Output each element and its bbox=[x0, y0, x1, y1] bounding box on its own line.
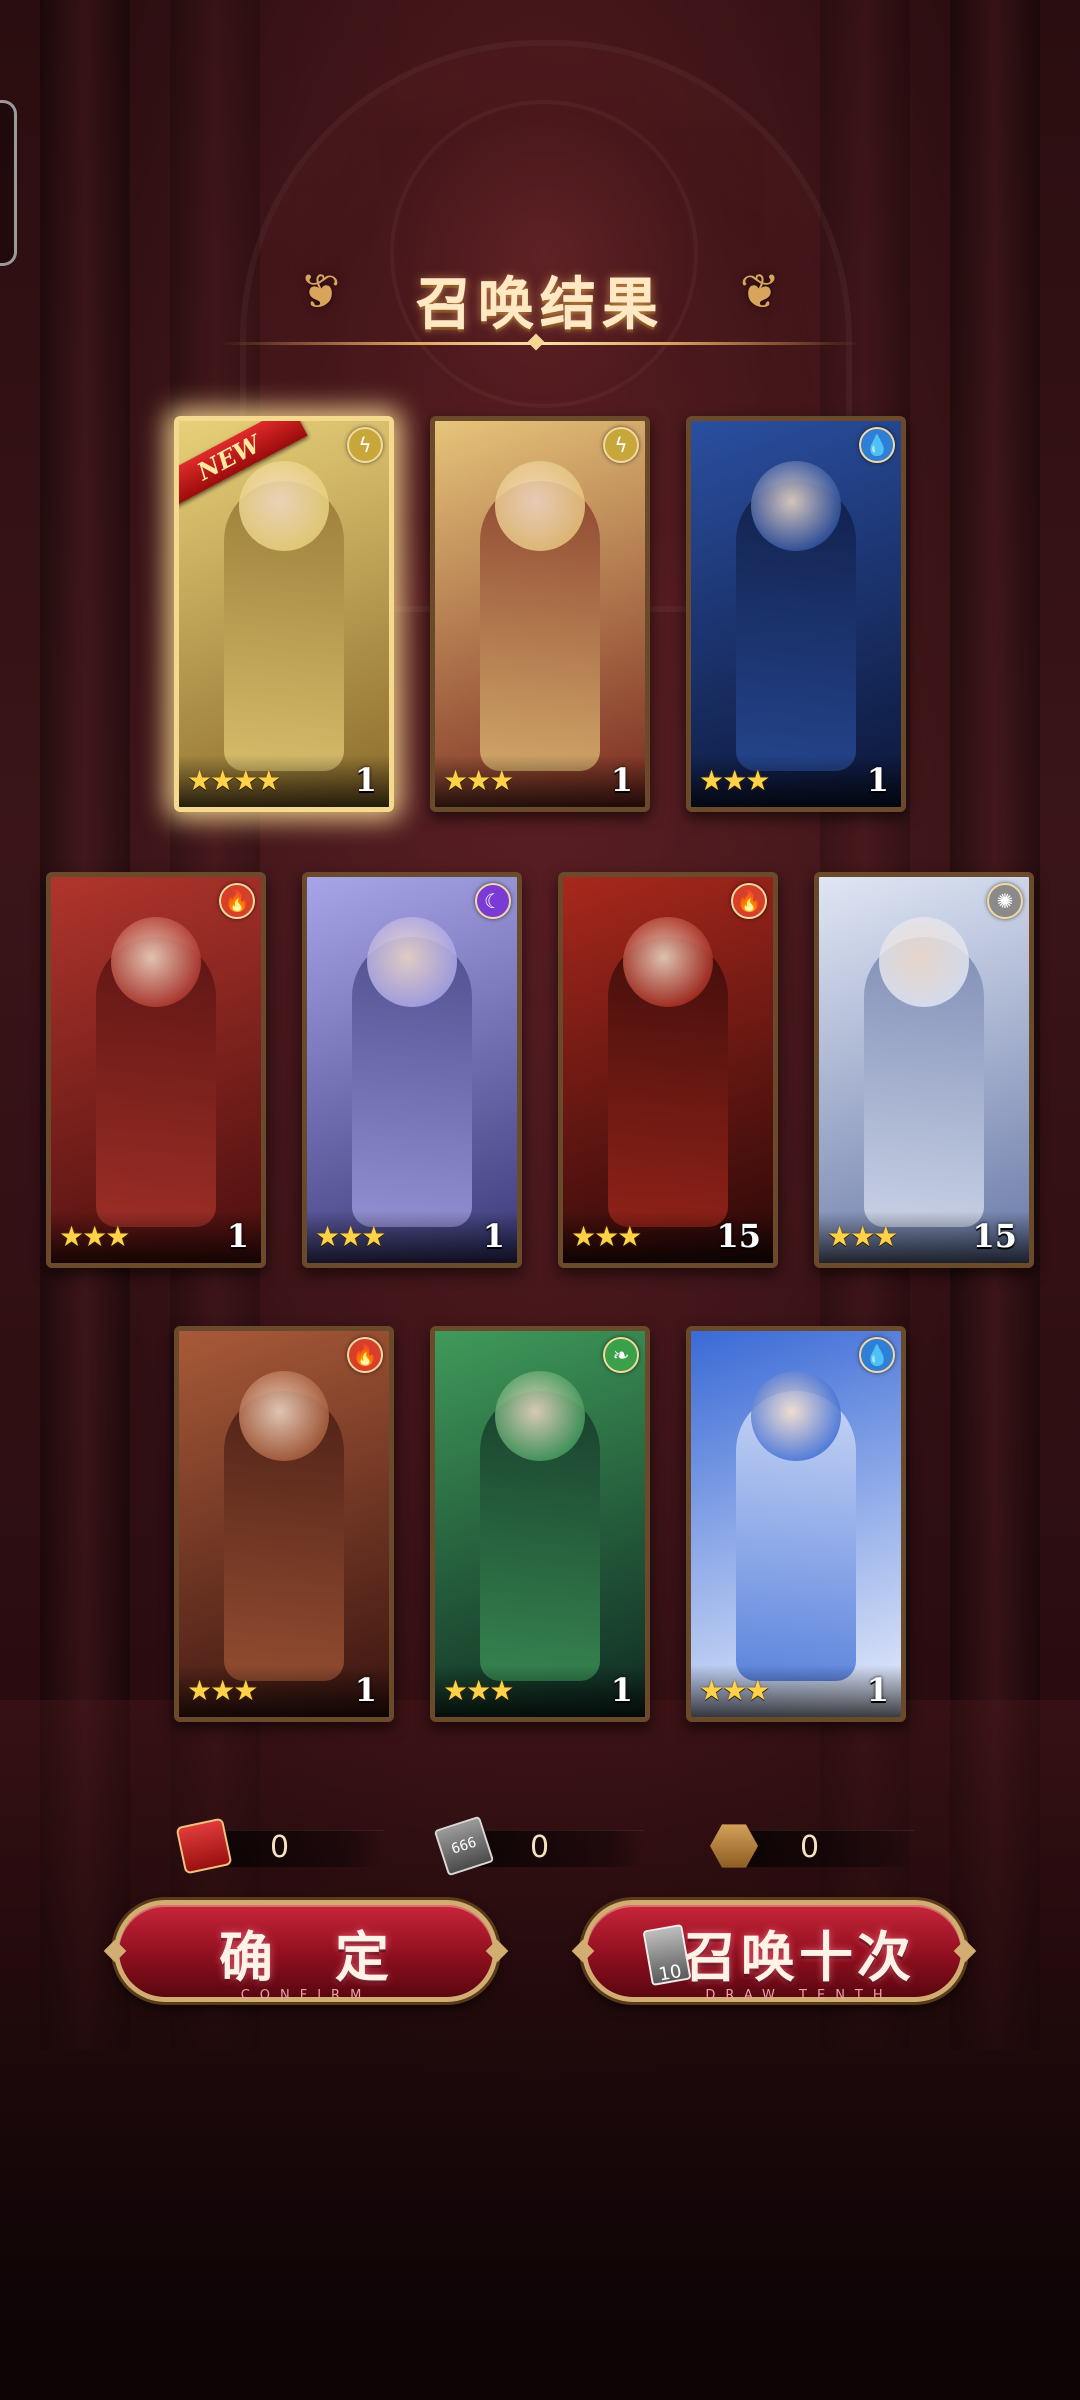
star-rating: ★★★ bbox=[827, 1220, 898, 1253]
hero-count: 1 bbox=[354, 1671, 377, 1709]
hero-head bbox=[879, 917, 969, 1007]
hero-card[interactable]: ✺ ★★★ 15 bbox=[814, 872, 1034, 1268]
resource-bar bbox=[734, 1830, 914, 1867]
hero-count: 1 bbox=[866, 761, 889, 799]
hero-head bbox=[751, 461, 841, 551]
hero-card[interactable]: ☾ ★★★ 1 bbox=[302, 872, 522, 1268]
background-floor bbox=[0, 1700, 1080, 2400]
light-icon: ✺ bbox=[987, 883, 1023, 919]
ornament-left-icon: ❦ bbox=[300, 264, 341, 320]
fire-icon: 🔥 bbox=[219, 883, 255, 919]
hero-head bbox=[495, 461, 585, 551]
moon-icon: ☾ bbox=[475, 883, 511, 919]
hero-count: 1 bbox=[226, 1217, 249, 1255]
confirm-button-label: 确 定 bbox=[219, 1925, 393, 1989]
resource-ticket: 666 0 bbox=[433, 1815, 644, 1877]
title-banner: ❦ 召唤结果 ❦ bbox=[220, 250, 860, 360]
star-rating: ★★★ bbox=[699, 1674, 770, 1707]
hero-head bbox=[751, 1371, 841, 1461]
hero-count: 1 bbox=[866, 1671, 889, 1709]
star-rating: ★★★ bbox=[315, 1220, 386, 1253]
lightning-icon: ϟ bbox=[603, 427, 639, 463]
fire-icon: 🔥 bbox=[347, 1337, 383, 1373]
draw-ten-button[interactable]: 10 召唤十次 DRAW TENTH bbox=[571, 1900, 977, 2003]
hero-card[interactable]: 💧 ★★★ 1 bbox=[686, 1326, 906, 1722]
resource-value: 0 bbox=[800, 1830, 820, 1865]
hero-head bbox=[239, 461, 329, 551]
star-rating: ★★★★ bbox=[187, 764, 281, 797]
hero-head bbox=[495, 1371, 585, 1461]
ornament-right-icon: ❦ bbox=[739, 264, 780, 320]
ticket-icon: 666 bbox=[433, 1815, 495, 1877]
hero-head bbox=[623, 917, 713, 1007]
resource-value: 0 bbox=[270, 1830, 290, 1865]
leaf-icon: ❧ bbox=[603, 1337, 639, 1373]
water-icon: 💧 bbox=[859, 427, 895, 463]
water-icon: 💧 bbox=[859, 1337, 895, 1373]
lightning-icon: ϟ bbox=[347, 427, 383, 463]
hero-count: 1 bbox=[482, 1217, 505, 1255]
star-rating: ★★★ bbox=[187, 1674, 258, 1707]
star-rating: ★★★ bbox=[699, 764, 770, 797]
hero-card[interactable]: ❧ ★★★ 1 bbox=[430, 1326, 650, 1722]
hero-head bbox=[367, 917, 457, 1007]
hero-card[interactable]: 🔥 ★★★ 15 bbox=[558, 872, 778, 1268]
star-rating: ★★★ bbox=[59, 1220, 130, 1253]
hero-head bbox=[239, 1371, 329, 1461]
resource-value: 0 bbox=[530, 1830, 550, 1865]
fire-icon: 🔥 bbox=[731, 883, 767, 919]
hero-card[interactable]: ϟ ★★★★ 1 NEW bbox=[174, 416, 394, 812]
hero-count: 1 bbox=[354, 761, 377, 799]
star-rating: ★★★ bbox=[571, 1220, 642, 1253]
hero-head bbox=[111, 917, 201, 1007]
confirm-button[interactable]: 确 定 CONFIRM bbox=[103, 1900, 509, 2003]
hero-count: 1 bbox=[610, 1671, 633, 1709]
hero-count: 15 bbox=[972, 1217, 1017, 1255]
hero-card[interactable]: 🔥 ★★★ 1 bbox=[174, 1326, 394, 1722]
side-handle[interactable] bbox=[0, 100, 17, 266]
confirm-button-sublabel: CONFIRM bbox=[240, 1988, 372, 2003]
resource-token: 0 bbox=[710, 1818, 914, 1874]
hero-count: 1 bbox=[610, 761, 633, 799]
hero-card[interactable]: 💧 ★★★ 1 bbox=[686, 416, 906, 812]
hero-card[interactable]: ϟ ★★★ 1 bbox=[430, 416, 650, 812]
scroll-icon bbox=[175, 1817, 233, 1875]
resource-scroll: 0 bbox=[175, 1817, 384, 1875]
star-rating: ★★★ bbox=[443, 764, 514, 797]
star-rating: ★★★ bbox=[443, 1674, 514, 1707]
hero-count: 15 bbox=[716, 1217, 761, 1255]
hero-card[interactable]: 🔥 ★★★ 1 bbox=[46, 872, 266, 1268]
